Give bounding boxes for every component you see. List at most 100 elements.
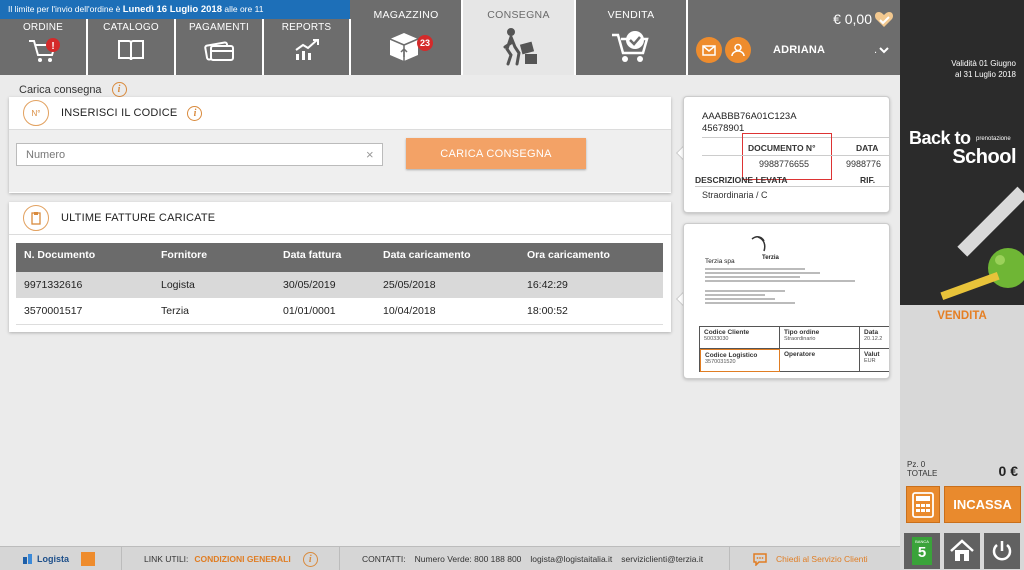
messages-button[interactable]	[696, 37, 722, 63]
footer-support[interactable]: Chiedi al Servizio Clienti	[730, 547, 900, 570]
doc-fine-print	[705, 266, 855, 306]
general-conditions-link[interactable]: CONDIZIONI GENERALI	[194, 554, 290, 564]
column-header: Ora caricamento	[519, 243, 663, 272]
cart-tab-vendita[interactable]: VENDITA	[900, 305, 1024, 327]
username: ADRIANA	[773, 44, 826, 56]
card-title: INSERISCI IL CODICE	[61, 107, 178, 119]
ask-customer-service-link[interactable]: Chiedi al Servizio Clienti	[776, 554, 868, 564]
table-row[interactable]: 3570001517 Terzia 01/01/0001 10/04/2018 …	[16, 298, 663, 325]
nav-tab-label: CATALOGO	[103, 22, 159, 33]
mail-icon	[702, 44, 716, 56]
highlight-box	[742, 133, 832, 180]
nav-tab-pagamenti[interactable]: PAGAMENTI	[176, 19, 264, 75]
page-title-text: Carica consegna	[19, 83, 102, 96]
book-icon	[118, 40, 144, 61]
delivery-person-icon	[503, 28, 537, 66]
incassa-button[interactable]: INCASSA	[944, 486, 1021, 523]
invoices-table: N. Documento Fornitore Data fattura Data…	[16, 243, 663, 325]
operatore-label: Operatore	[784, 351, 816, 358]
document-number-input[interactable]	[16, 143, 383, 166]
promo-title-line2: School	[952, 146, 1016, 168]
logista-logo-text: Logista	[37, 554, 70, 564]
heart-icon	[875, 12, 893, 27]
back-to-school-promo[interactable]: Validità 01 Giugno al 31 Luglio 2018 Bac…	[900, 0, 1024, 305]
table-row[interactable]: 9971332616 Logista 30/05/2019 25/05/2018…	[16, 272, 663, 298]
notice-suffix: alle ore 11	[222, 4, 264, 14]
cart-pieces: Pz. 0 TOTALE	[907, 460, 937, 478]
footer: Logista LINK UTILI: CONDIZIONI GENERALI …	[0, 546, 900, 570]
bank-icon: BANCA 5	[912, 537, 932, 565]
home-icon	[950, 539, 974, 561]
doc-date-label: DATA	[856, 143, 879, 153]
cell-document-number: 3570001517	[16, 298, 153, 325]
nav-tab-catalogo[interactable]: CATALOGO	[88, 19, 176, 75]
doc-date-value: 9988776	[846, 159, 882, 169]
logista-email[interactable]: logista@logistaitalia.it	[530, 554, 612, 564]
cards-icon	[204, 41, 234, 61]
promo-validity-line: Validità 01 Giugno	[951, 59, 1016, 68]
home-button[interactable]	[944, 533, 980, 569]
terzia-document-preview: Terzia Terzia spa Codice Cliente 5003303…	[683, 223, 890, 379]
nav-tab-label: MAGAZZINO	[373, 9, 439, 21]
order-deadline-notice: Il limite per l'invio dell'ordine è Lune…	[0, 0, 350, 19]
codice-cliente-value: 50033030	[704, 336, 729, 342]
terzia-logo-text: Terzia	[762, 255, 780, 261]
valuta-value: EUR	[864, 358, 876, 364]
footer-useful-links: LINK UTILI: CONDIZIONI GENERALI i	[122, 547, 340, 570]
codice-logistico-label: Codice Logistico	[705, 352, 758, 359]
nav-tab-reports[interactable]: REPORTS	[264, 19, 351, 75]
total-value: 0 €	[998, 463, 1018, 479]
doc-company: Terzia spa	[705, 258, 735, 265]
power-icon	[992, 541, 1012, 561]
chevron-down-icon[interactable]	[878, 45, 890, 55]
cell-upload-time: 16:42:29	[519, 272, 663, 298]
load-delivery-button[interactable]: CARICA CONSEGNA	[406, 138, 586, 169]
terzia-logo-icon	[81, 552, 96, 566]
codice-logistico-value: 3570031520	[705, 359, 736, 365]
info-icon[interactable]: i	[187, 105, 203, 121]
svg-text:!: !	[51, 41, 54, 52]
info-icon[interactable]: i	[111, 82, 127, 97]
power-button[interactable]	[984, 533, 1020, 569]
cell-document-number: 9971332616	[16, 272, 153, 298]
nav-tab-label: CONSEGNA	[487, 9, 550, 21]
doc-number-value: 9988776655	[759, 159, 810, 169]
card-title: ULTIME FATTURE CARICATE	[61, 212, 216, 224]
nav-tab-magazzino[interactable]: MAGAZZINO 23	[351, 0, 463, 75]
bank-number: 5	[917, 544, 927, 561]
user-dot: .	[874, 44, 878, 56]
calculator-button[interactable]	[906, 486, 940, 523]
info-icon[interactable]: i	[302, 551, 318, 567]
cell-supplier: Terzia	[153, 298, 275, 325]
nav-tab-consegna[interactable]: CONSEGNA	[463, 0, 576, 75]
cell-upload-date: 25/05/2018	[375, 272, 519, 298]
valuta-label: Valut	[864, 351, 880, 358]
calculator-icon	[912, 491, 934, 518]
number-icon: N°	[23, 100, 49, 126]
column-header: Fornitore	[153, 243, 275, 272]
nav-tab-label: ORDINE	[22, 22, 64, 33]
clear-icon[interactable]: ×	[366, 147, 374, 162]
terzia-logo-icon: Terzia	[751, 236, 780, 261]
bank-button[interactable]: BANCA 5	[904, 533, 940, 569]
nav-tab-vendita[interactable]: VENDITA	[576, 0, 688, 75]
useful-links-label: LINK UTILI:	[144, 554, 189, 564]
terzia-email[interactable]: serviziclienti@terzia.it	[621, 554, 703, 564]
total-label: TOTALE	[907, 469, 938, 478]
cell-upload-time: 18:00:52	[519, 298, 663, 325]
nav-tab-label: REPORTS	[281, 22, 332, 33]
doc-number-label: DOCUMENTO N°	[748, 143, 816, 153]
cart-check-icon	[612, 31, 649, 62]
user-area: € 0,00 ADRIANA .	[688, 0, 900, 75]
cell-invoice-date: 01/01/0001	[275, 298, 375, 325]
chart-up-icon	[294, 39, 319, 60]
footer-contacts: CONTATTI: Numero Verde: 800 188 800 logi…	[340, 547, 730, 570]
column-header: Data caricamento	[375, 243, 519, 272]
contacts-label: CONTATTI:	[362, 554, 406, 564]
data-label: Data	[864, 329, 879, 336]
user-profile-button[interactable]	[725, 37, 751, 63]
nav-tab-ordine[interactable]: ORDINE !	[0, 19, 88, 75]
logista-document-preview: AAABBB76A01C123A 45678901 DOCUMENTO N° D…	[683, 96, 890, 213]
card-header: ULTIME FATTURE CARICATE	[9, 202, 671, 235]
codice-cliente-label: Codice Cliente	[704, 329, 750, 336]
